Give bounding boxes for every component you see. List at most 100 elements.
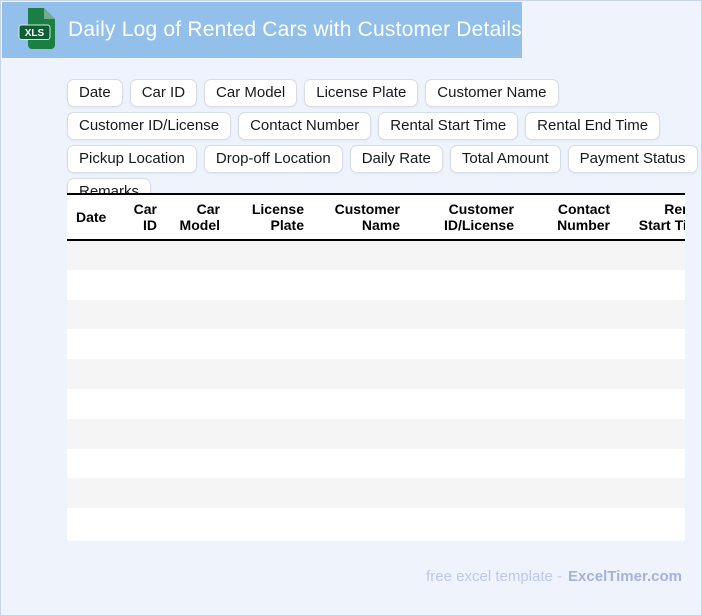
field-chip-pickup-location: Pickup Location bbox=[67, 145, 197, 173]
template-preview-page: XLS Daily Log of Rented Cars with Custom… bbox=[0, 0, 702, 616]
field-chip-payment-status: Payment Status bbox=[567, 145, 698, 173]
table-cell bbox=[520, 478, 616, 508]
table-cell bbox=[117, 419, 163, 449]
table-cell bbox=[117, 449, 163, 479]
table-cell bbox=[406, 300, 520, 330]
table-cell bbox=[616, 389, 685, 419]
table-cell bbox=[163, 389, 226, 419]
table-cell bbox=[67, 270, 117, 300]
table-cell bbox=[226, 300, 310, 330]
table-cell bbox=[117, 270, 163, 300]
table-cell bbox=[67, 389, 117, 419]
field-chip-contact-number: Contact Number bbox=[238, 112, 372, 140]
table-cell bbox=[310, 478, 406, 508]
table-cell bbox=[67, 240, 117, 270]
table-cell bbox=[163, 329, 226, 359]
table-cell bbox=[163, 419, 226, 449]
table-cell bbox=[226, 449, 310, 479]
table-cell bbox=[616, 240, 685, 270]
table-cell bbox=[67, 359, 117, 389]
table-cell bbox=[616, 419, 685, 449]
table-cell bbox=[406, 240, 520, 270]
table-cell bbox=[616, 329, 685, 359]
table-cell bbox=[226, 240, 310, 270]
header-bar: XLS Daily Log of Rented Cars with Custom… bbox=[2, 2, 522, 58]
table-cell bbox=[520, 240, 616, 270]
table-cell bbox=[520, 359, 616, 389]
table-cell bbox=[117, 508, 163, 538]
field-chip-car-model: Car Model bbox=[204, 79, 298, 107]
table-body bbox=[67, 240, 685, 538]
table-cell bbox=[117, 300, 163, 330]
table-row bbox=[67, 359, 685, 389]
table-cell bbox=[226, 508, 310, 538]
table-cell bbox=[616, 270, 685, 300]
table-cell bbox=[406, 329, 520, 359]
field-chip-car-id: Car ID bbox=[129, 79, 198, 107]
spreadsheet-table-wrap: Date Car ID Car Model License Plate Customer… bbox=[67, 193, 685, 541]
table-row bbox=[67, 478, 685, 509]
table-row bbox=[67, 269, 685, 300]
table-cell bbox=[616, 478, 685, 508]
spreadsheet-table: Date Car ID Car Model License Plate Customer… bbox=[67, 193, 685, 538]
table-cell bbox=[520, 300, 616, 330]
table-cell bbox=[310, 419, 406, 449]
table-cell bbox=[520, 270, 616, 300]
column-header-license-plate: License Plate bbox=[251, 201, 304, 233]
table-cell bbox=[520, 389, 616, 419]
field-chip-customer-id-license: Customer ID/License bbox=[67, 112, 232, 140]
table-cell bbox=[616, 300, 685, 330]
table-cell bbox=[310, 300, 406, 330]
table-cell bbox=[310, 389, 406, 419]
table-row bbox=[67, 508, 685, 538]
table-cell bbox=[67, 508, 117, 538]
field-chip-total-amount: Total Amount bbox=[449, 145, 561, 173]
table-cell bbox=[406, 478, 520, 508]
table-cell bbox=[163, 449, 226, 479]
table-cell bbox=[616, 359, 685, 389]
table-row bbox=[67, 299, 685, 330]
table-cell bbox=[406, 449, 520, 479]
table-cell bbox=[163, 508, 226, 538]
table-cell bbox=[226, 419, 310, 449]
table-cell bbox=[117, 329, 163, 359]
brand-link[interactable]: ExcelTimer.com bbox=[568, 568, 682, 585]
table-cell bbox=[117, 359, 163, 389]
table-cell bbox=[310, 359, 406, 389]
xls-file-icon: XLS bbox=[17, 6, 59, 54]
field-chip-drop-off-location: Drop-off Location bbox=[203, 145, 343, 173]
table-row bbox=[67, 448, 685, 479]
table-cell bbox=[163, 240, 226, 270]
table-cell bbox=[310, 329, 406, 359]
table-cell bbox=[67, 478, 117, 508]
column-header-car-id: Car ID bbox=[133, 201, 157, 233]
column-header-rental-start-time: Rental Start Time bbox=[638, 201, 685, 233]
table-cell bbox=[67, 329, 117, 359]
field-chip-rental-start-time: Rental Start Time bbox=[378, 112, 519, 140]
table-row bbox=[67, 418, 685, 449]
table-cell bbox=[67, 300, 117, 330]
table-cell bbox=[226, 270, 310, 300]
table-cell bbox=[310, 508, 406, 538]
table-cell bbox=[406, 389, 520, 419]
table-cell bbox=[310, 449, 406, 479]
table-cell bbox=[310, 240, 406, 270]
field-chip-date: Date bbox=[67, 79, 123, 107]
table-header-row: Date Car ID Car Model License Plate Customer… bbox=[67, 194, 685, 240]
table-cell bbox=[163, 270, 226, 300]
column-header-date: Date bbox=[76, 209, 107, 225]
field-chip-license-plate: License Plate bbox=[304, 79, 419, 107]
column-header-contact-number: Contact Number bbox=[557, 201, 610, 233]
column-header-customer-name: Customer Name bbox=[334, 201, 400, 233]
table-cell bbox=[406, 419, 520, 449]
table-cell bbox=[406, 270, 520, 300]
table-cell bbox=[117, 240, 163, 270]
table-cell bbox=[117, 478, 163, 508]
footer-credit-text: free excel template - bbox=[426, 568, 563, 585]
table-cell bbox=[616, 449, 685, 479]
xls-badge-label: XLS bbox=[25, 28, 45, 39]
table-row bbox=[67, 329, 685, 360]
table-cell bbox=[163, 300, 226, 330]
field-chip-customer-name: Customer Name bbox=[425, 79, 559, 107]
table-row bbox=[67, 388, 685, 419]
